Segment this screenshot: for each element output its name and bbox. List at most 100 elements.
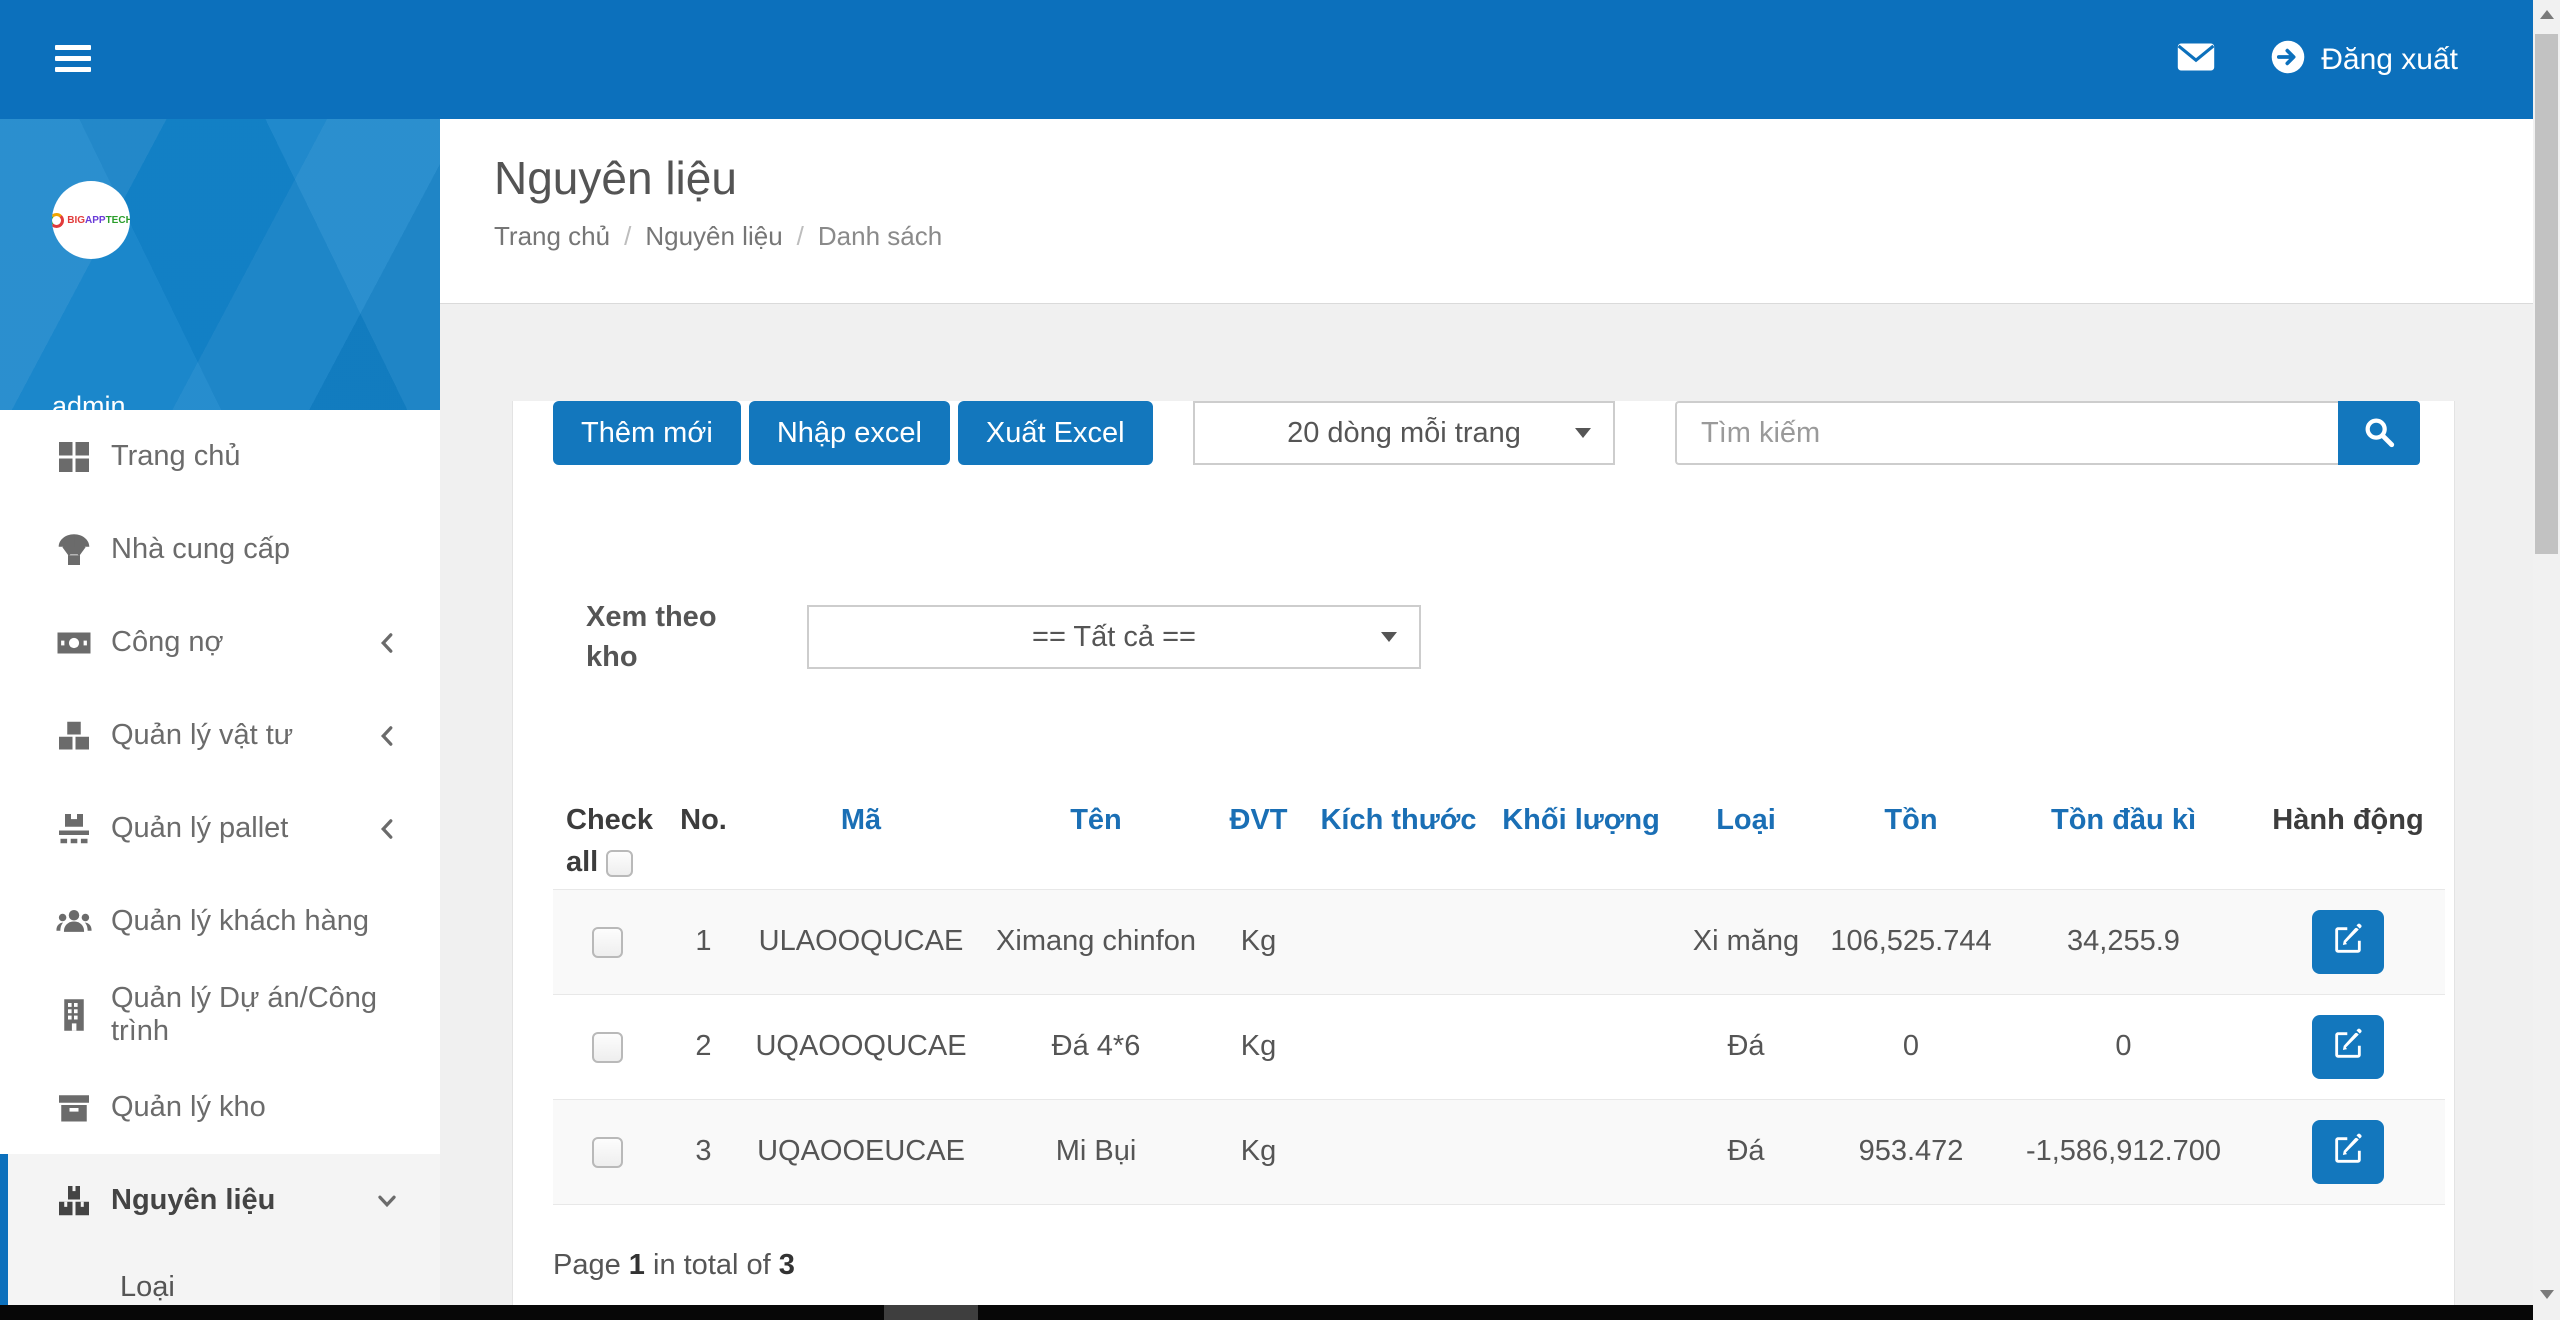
page-title: Nguyên liệu bbox=[494, 149, 2533, 207]
scrollbar-thumb[interactable] bbox=[2535, 34, 2558, 554]
breadcrumb-nguyen-lieu[interactable]: Nguyên liệu bbox=[645, 221, 782, 252]
export-excel-button[interactable]: Xuất Excel bbox=[958, 401, 1153, 465]
cell-ton: 0 bbox=[1826, 994, 1996, 1099]
sidebar-item-quan-ly-kho[interactable]: Quản lý kho bbox=[0, 1061, 440, 1154]
cell-ton: 953.472 bbox=[1826, 1099, 1996, 1204]
materials-table: Check all No. Mã Tên ĐVT Kích thước Khối… bbox=[553, 793, 2445, 1205]
edit-button[interactable] bbox=[2312, 1015, 2384, 1079]
col-dvt-sort[interactable]: ĐVT bbox=[1216, 793, 1301, 889]
user-panel: BIGAPPTECH admin Super Admin bbox=[0, 119, 440, 410]
check-all-checkbox[interactable] bbox=[606, 850, 633, 877]
sidebar-item-cong-no[interactable]: Công nợ bbox=[0, 596, 440, 689]
col-ten-sort[interactable]: Tên bbox=[976, 793, 1216, 889]
sidebar-item-quan-ly-vat-tu[interactable]: Quản lý vật tư bbox=[0, 689, 440, 782]
navbar-right: Đăng xuất bbox=[2177, 0, 2458, 119]
cell-no: 1 bbox=[661, 889, 746, 994]
warehouse-select[interactable]: == Tất cả == bbox=[807, 605, 1421, 669]
col-no: No. bbox=[661, 793, 746, 889]
cell-kich-thuoc bbox=[1301, 994, 1496, 1099]
col-loai-sort[interactable]: Loại bbox=[1666, 793, 1826, 889]
logout-button[interactable]: Đăng xuất bbox=[2271, 40, 2458, 79]
content-header: Nguyên liệu Trang chủ / Nguyên liệu / Da… bbox=[440, 119, 2533, 304]
sidebar-item-label: Quản lý kho bbox=[111, 1091, 266, 1124]
scroll-up-icon[interactable] bbox=[2540, 10, 2554, 19]
archive-icon bbox=[55, 1089, 93, 1127]
sign-out-icon bbox=[2271, 40, 2305, 79]
app-root: Đăng xuất BIGAPPTECH admin Super Admin bbox=[0, 0, 2560, 1320]
col-ton-dau-ki-sort[interactable]: Tồn đầu kì bbox=[1996, 793, 2251, 889]
breadcrumb-danh-sach: Danh sách bbox=[818, 221, 942, 252]
edit-button[interactable] bbox=[2312, 1120, 2384, 1184]
pallet-icon bbox=[55, 810, 93, 848]
import-excel-button[interactable]: Nhập excel bbox=[749, 401, 950, 465]
table-row: 1 ULAOOQUCAE Ximang chinfon Kg Xi măng 1… bbox=[553, 889, 2445, 994]
cell-ten: Đá 4*6 bbox=[976, 994, 1216, 1099]
users-icon bbox=[55, 903, 93, 941]
cell-ten: Mi Bụi bbox=[976, 1099, 1216, 1204]
page-size-select[interactable]: 20 dòng mỗi trang bbox=[1193, 401, 1615, 465]
breadcrumb-trang-chu[interactable]: Trang chủ bbox=[494, 221, 610, 252]
bottom-strip bbox=[0, 1305, 2533, 1320]
bottom-strip-segment bbox=[884, 1305, 978, 1320]
breadcrumb-separator: / bbox=[624, 221, 631, 252]
edit-icon bbox=[2331, 1133, 2365, 1170]
edit-button[interactable] bbox=[2312, 910, 2384, 974]
check-all-header: Check all bbox=[553, 793, 661, 889]
boxes-icon bbox=[55, 1182, 93, 1220]
filter-row: Xem theo kho == Tất cả == bbox=[553, 605, 2443, 675]
sidebar: BIGAPPTECH admin Super Admin Trang chủ N… bbox=[0, 119, 440, 1320]
row-checkbox[interactable] bbox=[592, 927, 623, 958]
sidebar-item-label: Quản lý Dự án/Công trình bbox=[111, 982, 440, 1048]
data-card: Thêm mới Nhập excel Xuất Excel 20 dòng m… bbox=[512, 401, 2455, 1320]
vertical-scrollbar[interactable] bbox=[2533, 0, 2560, 1320]
sidebar-item-label: Quản lý pallet bbox=[111, 812, 288, 845]
current-page-number: 1 bbox=[629, 1249, 645, 1281]
cell-ton-dau-ki: -1,586,912.700 bbox=[1996, 1099, 2251, 1204]
col-ma-sort[interactable]: Mã bbox=[746, 793, 976, 889]
col-kich-thuoc-sort[interactable]: Kích thước bbox=[1301, 793, 1496, 889]
chevron-left-icon bbox=[374, 816, 400, 842]
sidebar-item-quan-ly-khach-hang[interactable]: Quản lý khách hàng bbox=[0, 875, 440, 968]
logo-text: BIGAPPTECH bbox=[67, 215, 130, 226]
cell-ton: 106,525.744 bbox=[1826, 889, 1996, 994]
table-wrap: Check all No. Mã Tên ĐVT Kích thước Khối… bbox=[553, 793, 2443, 1205]
add-new-button[interactable]: Thêm mới bbox=[553, 401, 741, 465]
logo-ring-icon bbox=[52, 213, 64, 228]
messages-button[interactable] bbox=[2177, 42, 2215, 77]
row-checkbox[interactable] bbox=[592, 1032, 623, 1063]
cell-loai: Đá bbox=[1666, 994, 1826, 1099]
col-ton-sort[interactable]: Tồn bbox=[1826, 793, 1996, 889]
search-input[interactable] bbox=[1675, 401, 2338, 465]
row-checkbox[interactable] bbox=[592, 1137, 623, 1168]
building-icon bbox=[55, 996, 93, 1034]
th-large-icon bbox=[55, 438, 93, 476]
sidebar-item-quan-ly-pallet[interactable]: Quản lý pallet bbox=[0, 782, 440, 875]
parachute-box-icon bbox=[55, 531, 93, 569]
sidebar-item-trang-chu[interactable]: Trang chủ bbox=[0, 410, 440, 503]
sidebar-item-nha-cung-cap[interactable]: Nhà cung cấp bbox=[0, 503, 440, 596]
caret-down-icon bbox=[1381, 632, 1397, 642]
table-row: 2 UQAOOQUCAE Đá 4*6 Kg Đá 0 0 bbox=[553, 994, 2445, 1099]
sidebar-menu: Trang chủ Nhà cung cấp Công nợ Quản lý bbox=[0, 410, 440, 1320]
table-row: 3 UQAOOEUCAE Mi Bụi Kg Đá 953.472 -1,586… bbox=[553, 1099, 2445, 1204]
toolbar: Thêm mới Nhập excel Xuất Excel 20 dòng m… bbox=[553, 401, 2443, 465]
caret-down-icon bbox=[1575, 428, 1591, 438]
cell-no: 3 bbox=[661, 1099, 746, 1204]
cubes-icon bbox=[55, 717, 93, 755]
page-size-value: 20 dòng mỗi trang bbox=[1287, 417, 1521, 450]
col-khoi-luong-sort[interactable]: Khối lượng bbox=[1496, 793, 1666, 889]
sidebar-subitem-label: Loại bbox=[120, 1271, 175, 1304]
sidebar-item-nguyen-lieu[interactable]: Nguyên liệu bbox=[8, 1154, 440, 1247]
avatar: BIGAPPTECH bbox=[52, 181, 130, 259]
cell-ma: ULAOOQUCAE bbox=[746, 889, 976, 994]
edit-icon bbox=[2331, 1028, 2365, 1065]
sidebar-item-quan-ly-du-an[interactable]: Quản lý Dự án/Công trình bbox=[0, 968, 440, 1061]
content-body: Thêm mới Nhập excel Xuất Excel 20 dòng m… bbox=[440, 305, 2533, 1320]
search-button[interactable] bbox=[2338, 401, 2420, 465]
main-content: Nguyên liệu Trang chủ / Nguyên liệu / Da… bbox=[440, 119, 2533, 1320]
cell-dvt: Kg bbox=[1216, 889, 1301, 994]
sidebar-toggle-icon[interactable] bbox=[55, 44, 95, 78]
scroll-down-icon[interactable] bbox=[2540, 1290, 2554, 1299]
envelope-icon bbox=[2177, 42, 2215, 77]
edit-icon bbox=[2331, 923, 2365, 960]
